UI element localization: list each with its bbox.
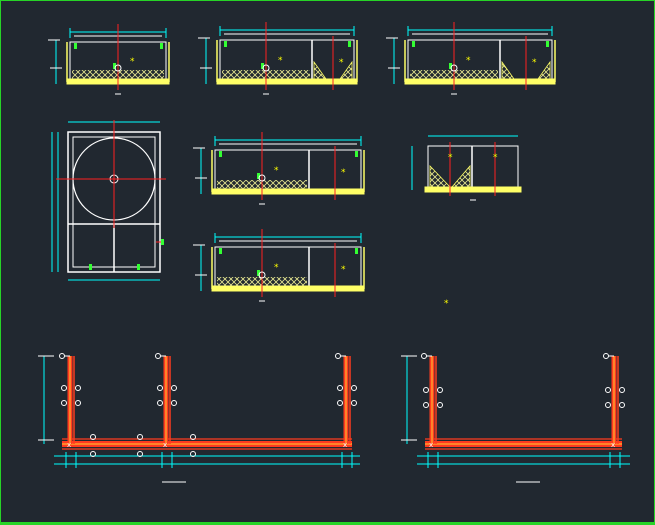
- rebar-node: [337, 385, 343, 391]
- note-marker: *: [341, 168, 346, 178]
- joint-mark: x: [429, 441, 433, 449]
- floor-slab: [211, 285, 365, 292]
- rebar-node: [335, 353, 341, 359]
- note-marker: *: [341, 265, 346, 275]
- rebar-node: [157, 400, 163, 406]
- hopper: [501, 60, 515, 80]
- joint-mark: x: [611, 441, 615, 449]
- rebar-node: [75, 385, 81, 391]
- rebar-node: [337, 400, 343, 406]
- note-marker: *: [532, 58, 537, 68]
- joint-mark: x: [163, 441, 167, 449]
- section-view: * *: [411, 135, 522, 201]
- joint-mark: x: [343, 441, 347, 449]
- rebar-node: [155, 353, 161, 359]
- rebar-node: [157, 385, 163, 391]
- marker: [355, 151, 358, 157]
- note-marker: *: [274, 166, 279, 176]
- note-marker: *: [493, 153, 498, 163]
- rebar-node: [59, 353, 65, 359]
- note-marker: *: [274, 263, 279, 273]
- note-marker: *: [339, 58, 344, 68]
- note-marker: *: [130, 57, 135, 67]
- rebar-node: [75, 400, 81, 406]
- rebar-node: [605, 402, 611, 408]
- plan-view: [51, 120, 166, 281]
- note-marker: *: [448, 153, 453, 163]
- rebar-node: [171, 400, 177, 406]
- hopper: [537, 60, 551, 80]
- marker: [546, 41, 549, 47]
- rebar-node: [61, 400, 67, 406]
- cad-drawing-canvas[interactable]: * * * * ** ** ** *x x x x x*: [0, 0, 655, 525]
- marker: [219, 248, 222, 254]
- cad-viewport[interactable]: * * * * * * * * * * * x x x x x *: [0, 0, 655, 525]
- marker: [160, 43, 163, 49]
- joint-mark: x: [67, 441, 71, 449]
- note-marker: *: [466, 56, 471, 66]
- section-view: * *: [386, 22, 556, 95]
- marker: [137, 264, 140, 270]
- floor-slab: [404, 78, 556, 85]
- rebar-node: [423, 387, 429, 393]
- marker: [412, 41, 415, 47]
- section-view: *: [48, 24, 170, 95]
- reinforcement-detail: xx: [401, 353, 630, 483]
- hopper: [429, 165, 451, 188]
- rebar-node: [605, 387, 611, 393]
- marker: [348, 41, 351, 47]
- marker: [224, 41, 227, 47]
- marker: [219, 151, 222, 157]
- marker: [355, 248, 358, 254]
- section-view: * *: [193, 132, 365, 205]
- rebar-node: [351, 385, 357, 391]
- floor-slab: [424, 186, 522, 193]
- floor-slab: [211, 188, 365, 195]
- rebar-node: [619, 402, 625, 408]
- rebar-node: [171, 385, 177, 391]
- marker: [89, 264, 92, 270]
- rebar-node: [61, 385, 67, 391]
- rebar-node: [351, 400, 357, 406]
- marker: [161, 239, 164, 245]
- rebar-node: [437, 387, 443, 393]
- hopper: [313, 60, 327, 80]
- rebar-node: [423, 402, 429, 408]
- note-marker: *: [278, 56, 283, 66]
- rebar-node: [619, 387, 625, 393]
- rebar-node: [421, 353, 427, 359]
- hopper: [451, 164, 471, 188]
- rebar-node: [603, 353, 609, 359]
- floor-slab: [216, 78, 358, 85]
- rebar-node: [437, 402, 443, 408]
- reinforcement-detail: xxx: [38, 353, 360, 483]
- marker: [74, 43, 77, 49]
- section-view: * *: [193, 229, 365, 302]
- section-view: * *: [198, 22, 358, 95]
- note-marker: *: [444, 299, 449, 309]
